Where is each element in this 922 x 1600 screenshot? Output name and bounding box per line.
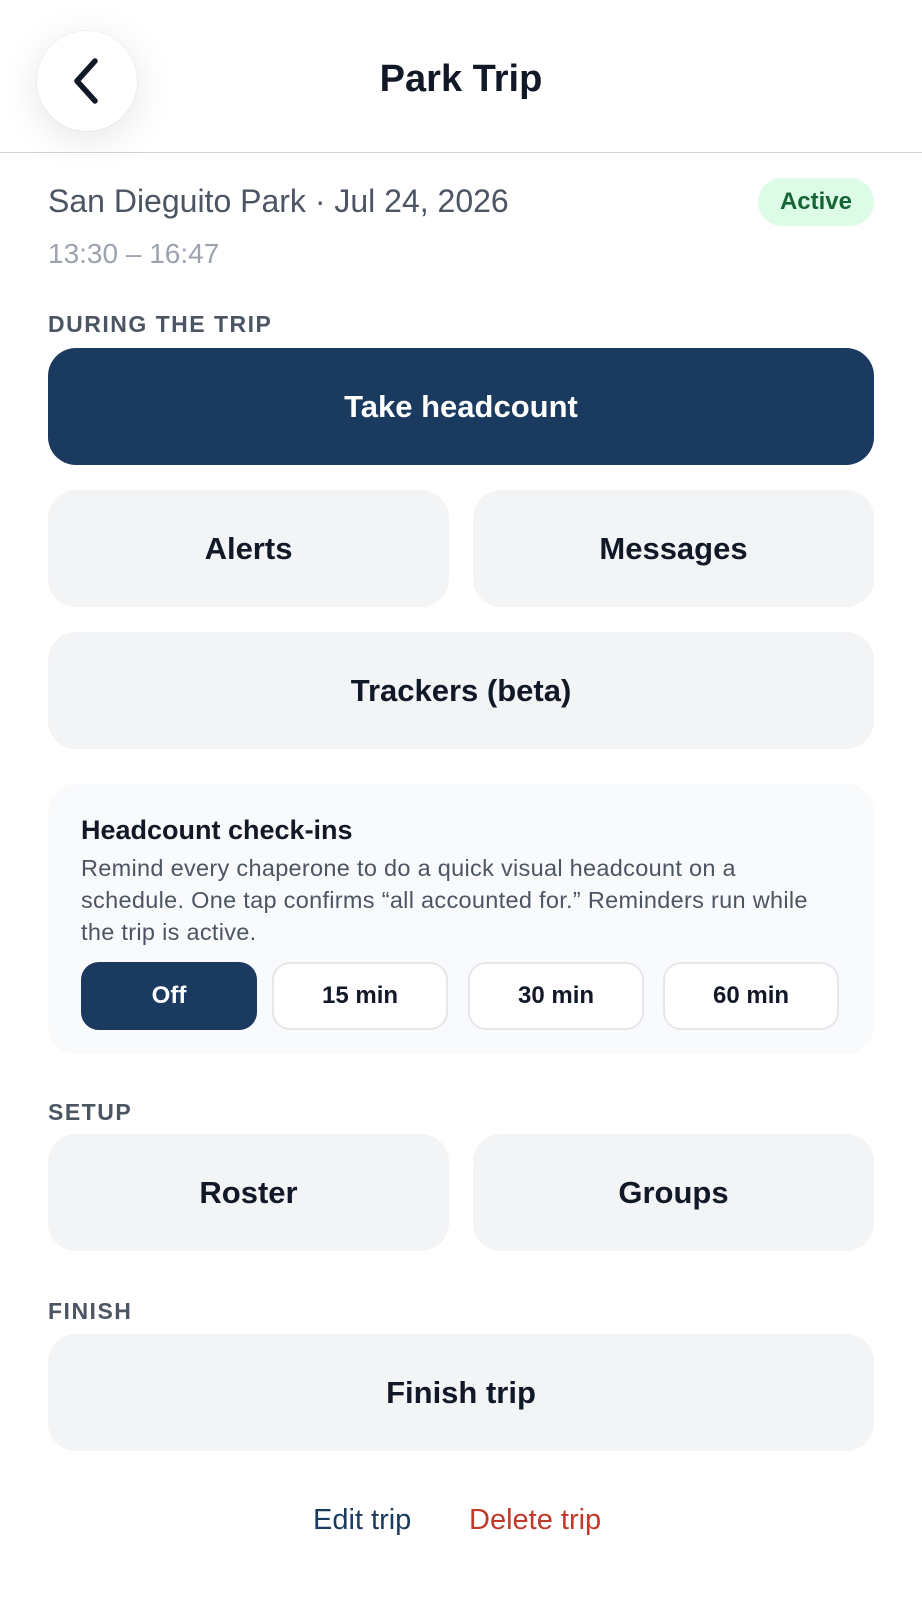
groups-button[interactable]: Groups — [473, 1134, 874, 1251]
trip-time-range: 13:30 – 16:47 — [48, 238, 220, 269]
header-bar: Park Trip — [0, 0, 922, 153]
edit-trip-link[interactable]: Edit trip — [313, 1504, 411, 1537]
interval-option-60-min[interactable]: 60 min — [663, 962, 839, 1030]
status-badge: Active — [758, 178, 874, 226]
trip-location-date: San Dieguito Park · Jul 24, 2026 — [48, 183, 509, 219]
finish-trip-button[interactable]: Finish trip — [48, 1334, 874, 1451]
page-title: Park Trip — [379, 58, 543, 100]
alerts-button[interactable]: Alerts — [48, 490, 449, 607]
trackers-button[interactable]: Trackers (beta) — [48, 632, 874, 749]
trip-detail-screen: Park Trip San Dieguito Park · Jul 24, 20… — [0, 0, 922, 1600]
take-headcount-button[interactable]: Take headcount — [48, 348, 874, 465]
interval-option-off[interactable]: Off — [81, 962, 257, 1030]
messages-button[interactable]: Messages — [473, 490, 874, 607]
headcount-checkins-title: Headcount check-ins — [81, 815, 353, 845]
section-label-during: DURING THE TRIP — [48, 311, 273, 337]
interval-option-30-min[interactable]: 30 min — [468, 962, 644, 1030]
headcount-checkins-description: Remind every chaperone to do a quick vis… — [81, 855, 808, 945]
interval-option-15-min[interactable]: 15 min — [272, 962, 448, 1030]
section-label-finish: FINISH — [48, 1298, 133, 1324]
section-label-setup: SETUP — [48, 1099, 133, 1125]
roster-button[interactable]: Roster — [48, 1134, 449, 1251]
headcount-checkins-card: Headcount check-ins Remind every chapero… — [48, 784, 874, 1054]
delete-trip-link[interactable]: Delete trip — [469, 1504, 601, 1537]
